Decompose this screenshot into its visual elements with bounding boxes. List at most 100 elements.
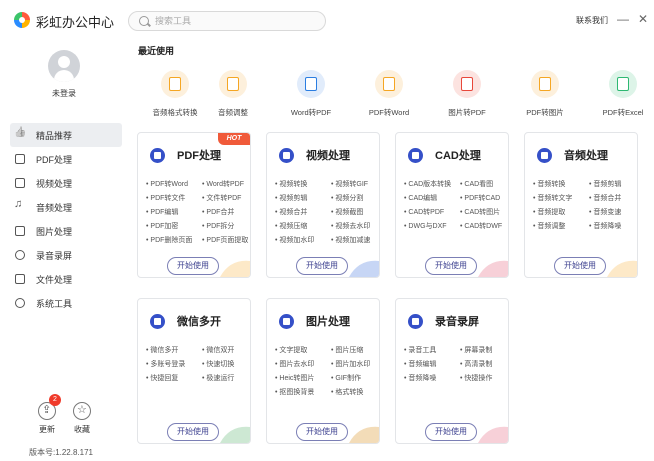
recent-item[interactable]: PDF转Word [354,70,424,118]
sidebar-item-image[interactable]: 图片处理 [10,219,122,243]
tool-card[interactable]: 音频处理 • 音频转换 • 音频剪辑 • 音频转文字 • 音频合并 • 音频提取 • 音频变… [524,132,638,278]
recent-item[interactable]: 图片转PDF [432,70,502,118]
tool-card[interactable]: PDF处理 HOT • PDF转Word • Word转PDF • PDF转文件 • 文件… [137,132,251,278]
feature-item: • CAD编辑 [404,193,460,203]
sidebar-item-record[interactable]: 录音录屏 [10,243,122,267]
feature-item: • PDF编辑 [146,207,202,217]
start-button[interactable]: 开始使用 [167,423,219,441]
start-button[interactable]: 开始使用 [296,257,348,275]
feature-label: 音频剪辑 [593,181,622,188]
feature-item: • 图片去水印 [275,359,331,369]
recent-item[interactable]: 音频调整 [198,70,268,118]
card-title: 图片处理 [306,316,350,328]
start-button[interactable]: 开始使用 [425,423,477,441]
start-button[interactable]: 开始使用 [554,257,606,275]
search-input[interactable] [155,14,315,28]
rainbow-logo-icon [14,12,30,28]
feature-label: 音频编辑 [408,361,437,368]
start-button[interactable]: 开始使用 [425,257,477,275]
card-title: PDF处理 [177,150,221,162]
recent-item-label: 图片转PDF [448,108,486,117]
update-badge: 2 [49,394,61,406]
start-button[interactable]: 开始使用 [167,257,219,275]
feature-label: 视频加减速 [335,237,371,244]
document-icon [539,77,551,91]
contact-us-link[interactable]: 联系我们 [576,15,608,26]
title-bar: 彩虹办公中心 联系我们 — ✕ [0,0,654,40]
card-category-icon [150,147,165,163]
tool-card[interactable]: CAD处理 • CAD版本转换 • CAD看图 • CAD编辑 • PDF转CAD • C… [395,132,509,278]
feature-item: • 高清录制 [460,359,508,369]
feature-item: • 格式转换 [331,387,379,397]
folder-icon [15,274,25,284]
card-title: 音频处理 [564,150,608,162]
update-icon: 2 [38,394,61,420]
tool-card[interactable]: 微信多开 • 微信多开 • 微信双开 • 多账号登录 • 快速切换 • 快捷回复 • 极速运… [137,298,251,444]
decoration-shape [220,260,250,277]
feature-item: • 多账号登录 [146,359,202,369]
card-category-icon [279,313,294,329]
update-button[interactable]: 2 更新 [30,394,64,435]
tool-card[interactable]: 视频处理 • 视频转换 • 视频转GIF • 视频剪辑 • 视频分割 • 视频合并 • 视频… [266,132,380,278]
feature-label: 高清录制 [464,361,493,368]
hot-badge: HOT [218,133,250,145]
sidebar-item-system[interactable]: 系统工具 [10,291,122,315]
feature-item: • 音频调整 [533,221,589,231]
feature-item: • 屏幕录制 [460,345,508,355]
video-icon [15,178,25,188]
feature-label: 快捷操作 [464,375,493,382]
favorites-button[interactable]: 收藏 [65,402,99,435]
minimize-button[interactable]: — [616,11,630,27]
feature-label: GIF制作 [335,375,362,382]
card-title: 视频处理 [306,150,350,162]
thumbs-up-icon [15,130,25,140]
feature-list: • 文字提取 • 图片压缩 • 图片去水印 • 图片加水印 • Heic转图片 • GIF… [275,345,379,397]
feature-item: • 视频转换 [275,179,331,189]
feature-item: • 快速切换 [202,359,250,369]
decoration-shape [478,426,508,443]
feature-label: 视频转GIF [335,181,369,188]
feature-item: • 音频降噪 [589,221,637,231]
recent-item-label: PDF转Excel [602,108,644,117]
sidebar-item-file[interactable]: 文件处理 [10,267,122,291]
file-convert-icon [375,70,403,98]
start-button[interactable]: 开始使用 [296,423,348,441]
sidebar-item-audio[interactable]: 音频处理 [10,195,122,219]
record-icon [15,250,25,260]
avatar[interactable] [48,50,80,82]
feature-item: • 音频转换 [533,179,589,189]
recent-item[interactable]: PDF转Excel [588,70,654,118]
feature-item: • 文件转PDF [202,193,250,203]
recent-item-label: Word转PDF [290,108,332,117]
feature-label: Word转PDF [206,181,245,188]
feature-label: CAD转图片 [464,209,501,216]
feature-label: 音频提取 [537,209,566,216]
sidebar-item-video[interactable]: 视频处理 [10,171,122,195]
recent-item[interactable]: Word转PDF [276,70,346,118]
feature-label: 微信多开 [150,347,179,354]
sidebar-item-featured[interactable]: 精品推荐 [10,123,122,147]
feature-item: • 微信多开 [146,345,202,355]
music-note-icon [14,198,25,212]
feature-label: PDF转Word [150,181,189,188]
document-icon [169,77,181,91]
login-status[interactable]: 未登录 [0,88,128,99]
tool-card[interactable]: 图片处理 • 文字提取 • 图片压缩 • 图片去水印 • 图片加水印 • Heic转图片 •… [266,298,380,444]
feature-item: • PDF转Word [146,179,202,189]
search-box[interactable] [128,11,326,31]
feature-item: • 抠图换背景 [275,387,331,397]
file-convert-icon [453,70,481,98]
sidebar-nav: 精品推荐 PDF处理 视频处理 音频处理 图片处理 录音录屏 文件处理 系统工 [10,123,122,315]
tool-card[interactable]: 录音录屏 • 录音工具 • 屏幕录制 • 音频编辑 • 高清录制 • 音频降噪 • 快捷操作… [395,298,509,444]
feature-label: 微信双开 [206,347,235,354]
feature-label: 音频调整 [537,223,566,230]
feature-label: 音频转换 [537,181,566,188]
sidebar-item-pdf[interactable]: PDF处理 [10,147,122,171]
document-icon [227,77,239,91]
decoration-shape [220,426,250,443]
file-convert-icon [219,70,247,98]
recent-item[interactable]: PDF转图片 [510,70,580,118]
feature-item: • CAD转图片 [460,207,508,217]
feature-item: • 录音工具 [404,345,460,355]
close-button[interactable]: ✕ [636,11,650,27]
